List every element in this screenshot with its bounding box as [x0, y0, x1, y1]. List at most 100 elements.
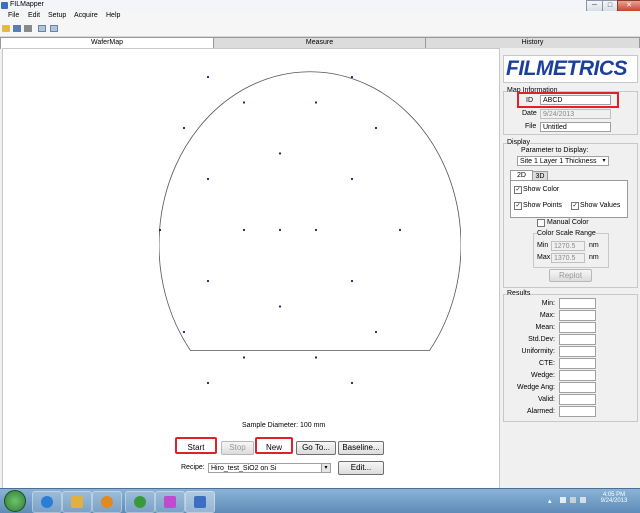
filmetrics-logo: FILMETRICS [503, 55, 638, 83]
volume-icon[interactable] [580, 497, 586, 503]
new-label: New [265, 443, 282, 452]
start-button[interactable]: Start [175, 437, 217, 454]
recipe-select[interactable]: Hiro_test_SiO2 on Si ▾ [208, 463, 331, 473]
show-values-label: Show Values [580, 202, 621, 209]
new-button[interactable]: New [255, 437, 293, 454]
measurement-point[interactable] [242, 228, 246, 232]
min-unit: nm [589, 242, 599, 249]
measurement-point[interactable] [350, 75, 354, 79]
edit-recipe-button[interactable]: Edit... [338, 461, 384, 475]
measurement-point[interactable] [182, 126, 186, 130]
save-icon[interactable] [13, 25, 21, 32]
baseline-button[interactable]: Baseline... [338, 441, 384, 455]
recipe-label: Recipe: [181, 464, 205, 471]
measurement-point[interactable] [314, 228, 318, 232]
measurement-point[interactable] [206, 75, 210, 79]
stop-button[interactable]: Stop [221, 441, 254, 455]
max-label: Max [537, 254, 551, 261]
menu-bar: File Edit Setup Acquire Help [0, 11, 640, 22]
result-value-field [559, 406, 596, 417]
taskbar-paint[interactable] [155, 491, 185, 513]
copy-icon[interactable] [38, 25, 46, 32]
filmapper-icon [194, 496, 206, 508]
measurement-point[interactable] [159, 228, 162, 232]
measurement-point[interactable] [206, 279, 210, 283]
show-values-checkbox[interactable]: ✓ [571, 202, 579, 210]
measurement-point[interactable] [374, 126, 378, 130]
logo-text: FILMETRICS [506, 57, 628, 80]
measurement-point[interactable] [314, 356, 318, 359]
clock[interactable]: 4:05 PM 9/24/2013 [596, 492, 632, 504]
measurement-point[interactable] [314, 101, 318, 104]
chevron-down-icon[interactable]: ▾ [321, 464, 330, 472]
date-label: Date [522, 110, 537, 117]
paint-icon [164, 496, 176, 508]
taskbar-media[interactable] [92, 491, 122, 513]
measurement-point[interactable] [350, 177, 354, 181]
title-bar[interactable]: FILMapper ─ □ ✕ [0, 0, 640, 12]
measurement-point[interactable] [206, 381, 210, 385]
result-label: Min: [541, 300, 555, 307]
max-field: 1370.5 [551, 253, 585, 263]
show-points-checkbox[interactable]: ✓ [514, 202, 522, 210]
result-value-field [559, 334, 596, 345]
measurement-point[interactable] [206, 177, 210, 181]
result-label: Wedge Ang: [516, 384, 555, 391]
result-label: Std.Dev: [528, 336, 555, 343]
menu-acquire[interactable]: Acquire [74, 12, 98, 19]
chevron-down-icon[interactable]: ▾ [600, 157, 608, 165]
taskbar: ▴ 4:05 PM 9/24/2013 [0, 488, 640, 513]
menu-file[interactable]: File [8, 12, 19, 19]
tab-history[interactable]: History [425, 37, 640, 48]
parameter-select[interactable]: Site 1 Layer 1 Thickness ▾ [517, 156, 609, 166]
tab-bar: WaferMap Measure History [0, 37, 640, 49]
result-label: Max: [539, 312, 555, 319]
measurement-point[interactable] [242, 356, 246, 359]
display-title: Display [507, 139, 530, 146]
show-color-checkbox[interactable]: ✓ [514, 186, 522, 194]
parameter-label: Parameter to Display: [521, 147, 589, 154]
file-field[interactable]: Untitled [540, 122, 611, 132]
goto-button[interactable]: Go To... [296, 441, 336, 455]
id-input[interactable]: ABCD [540, 95, 611, 105]
measurement-point[interactable] [278, 228, 282, 232]
paste-icon[interactable] [50, 25, 58, 32]
measurement-point[interactable] [374, 330, 378, 334]
show-points-label: Show Points [523, 202, 562, 209]
print-icon[interactable] [24, 25, 32, 32]
measurement-point[interactable] [278, 305, 282, 308]
taskbar-ie[interactable] [32, 491, 62, 513]
media-player-icon [101, 496, 113, 508]
color-scale-range-title: Color Scale Range [537, 230, 596, 237]
measurement-point[interactable] [182, 330, 186, 334]
date-field: 9/24/2013 [540, 109, 611, 119]
manual-color-checkbox[interactable] [537, 219, 545, 227]
measurement-point[interactable] [242, 101, 246, 104]
open-folder-icon[interactable] [2, 25, 10, 32]
replot-button[interactable]: Replot [549, 269, 592, 282]
network-icon[interactable] [570, 497, 576, 503]
menu-edit[interactable]: Edit [28, 12, 40, 19]
measurement-point[interactable] [350, 279, 354, 283]
measurement-point[interactable] [398, 228, 402, 232]
parameter-value: Site 1 Layer 1 Thickness [520, 158, 597, 165]
measurement-point[interactable] [278, 152, 282, 155]
tray-arrow-icon[interactable]: ▴ [548, 497, 552, 505]
action-center-icon[interactable] [560, 497, 566, 503]
app-icon [1, 2, 8, 9]
taskbar-filmapper[interactable] [185, 491, 215, 513]
min-field: 1270.5 [551, 241, 585, 251]
result-label: CTE: [539, 360, 555, 367]
measurement-point[interactable] [350, 381, 354, 385]
result-value-field [559, 310, 596, 321]
taskbar-explorer[interactable] [62, 491, 92, 513]
menu-setup[interactable]: Setup [48, 12, 66, 19]
wafer-map[interactable] [159, 54, 461, 400]
menu-help[interactable]: Help [106, 12, 120, 19]
result-value-field [559, 298, 596, 309]
result-label: Valid: [538, 396, 555, 403]
taskbar-globe[interactable] [125, 491, 155, 513]
tab-measure[interactable]: Measure [213, 37, 426, 48]
toolbar [0, 22, 640, 37]
start-orb-icon[interactable] [4, 490, 26, 512]
